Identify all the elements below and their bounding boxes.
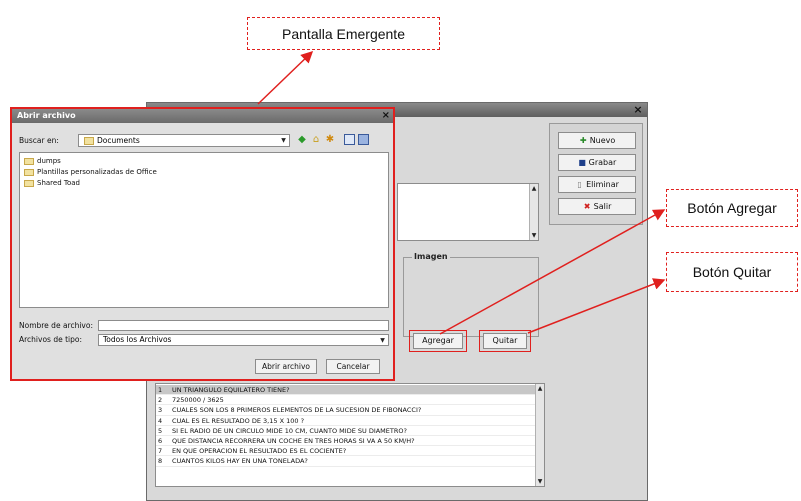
look-in-label: Buscar en: xyxy=(19,136,59,145)
cancel-button[interactable]: Cancelar xyxy=(326,359,380,374)
window-close-button[interactable]: × xyxy=(632,103,644,117)
remove-button[interactable]: Quitar xyxy=(483,333,527,349)
folder-icon xyxy=(24,179,34,187)
new-folder-icon[interactable]: ✱ xyxy=(324,134,336,146)
file-list[interactable]: dumps Plantillas personalizadas de Offic… xyxy=(19,152,389,308)
delete-icon: ▯ xyxy=(577,180,582,189)
list-item[interactable]: Shared Toad xyxy=(24,178,80,189)
open-file-dialog: Abrir archivo × Buscar en: Documents ▼ ◆… xyxy=(10,107,395,381)
list-item[interactable]: 4 CUAL ES EL RESULTADO DE 3,15 X 100 ? xyxy=(156,416,537,426)
filetype-combo[interactable]: Todos los Archivos ▼ xyxy=(98,334,389,346)
popup-screen-callout: Pantalla Emergente xyxy=(247,17,440,50)
back-icon[interactable]: ◆ xyxy=(296,134,308,146)
list-item[interactable]: dumps xyxy=(24,156,61,167)
add-button[interactable]: Agregar xyxy=(413,333,463,349)
exit-icon: ✖ xyxy=(583,202,591,211)
up-folder-icon[interactable]: ⌂ xyxy=(310,134,322,146)
folder-icon xyxy=(24,157,34,165)
vertical-scrollbar[interactable]: ▲ ▼ xyxy=(529,184,538,240)
scroll-down-arrow-icon[interactable]: ▼ xyxy=(530,231,538,240)
delete-button[interactable]: ▯ Eliminar xyxy=(558,176,636,193)
details-view-icon[interactable] xyxy=(358,134,369,145)
folder-icon xyxy=(84,137,94,145)
popup-arrow xyxy=(257,50,314,105)
list-view-icon[interactable] xyxy=(344,134,355,145)
exit-button[interactable]: ✖ Salir xyxy=(558,198,636,215)
answer-text-area[interactable]: ▲ ▼ xyxy=(397,183,539,241)
questions-list[interactable]: 1 UN TRIANGULO EQUILATERO TIENE? 2 7250000… xyxy=(155,383,545,487)
list-item[interactable]: 1 UN TRIANGULO EQUILATERO TIENE? xyxy=(156,385,537,396)
image-group-label: Imagen xyxy=(412,252,450,261)
filename-label: Nombre de archivo: xyxy=(19,321,93,330)
list-item[interactable]: 6 QUE DISTANCIA RECORRERA UN COCHE EN TRE… xyxy=(156,436,537,447)
scroll-up-arrow-icon[interactable]: ▲ xyxy=(530,184,538,193)
filetype-value: Todos los Archivos xyxy=(103,335,172,344)
dialog-title: Abrir archivo xyxy=(17,111,76,120)
add-button-callout: Botón Agregar xyxy=(666,189,798,227)
folder-icon xyxy=(24,168,34,176)
list-item[interactable]: 3 CUALES SON LOS 8 PRIMEROS ELEMENTOS DE … xyxy=(156,405,537,416)
dialog-close-button[interactable]: × xyxy=(382,109,390,123)
list-item[interactable]: Plantillas personalizadas de Office xyxy=(24,167,157,178)
scroll-up-arrow-icon[interactable]: ▲ xyxy=(536,384,544,393)
list-item[interactable]: 7 EN QUE OPERACION EL RESULTADO ES EL COC… xyxy=(156,446,537,457)
open-file-button[interactable]: Abrir archivo xyxy=(255,359,317,374)
image-group: Imagen xyxy=(403,252,539,337)
list-item[interactable]: 2 7250000 / 3625 xyxy=(156,395,537,406)
scroll-down-arrow-icon[interactable]: ▼ xyxy=(536,477,544,486)
save-button[interactable]: ■ Grabar xyxy=(558,154,636,171)
look-in-value: Documents xyxy=(97,136,140,145)
action-panel: ✚ Nuevo ■ Grabar ▯ Eliminar ✖ Salir xyxy=(549,123,643,225)
new-button[interactable]: ✚ Nuevo xyxy=(558,132,636,149)
dialog-titlebar: Abrir archivo × xyxy=(12,109,393,123)
look-in-combo[interactable]: Documents ▼ xyxy=(78,134,290,147)
filename-input[interactable] xyxy=(98,320,389,331)
filetype-label: Archivos de tipo: xyxy=(19,335,82,344)
list-scrollbar[interactable]: ▲ ▼ xyxy=(535,384,544,486)
save-icon: ■ xyxy=(578,158,586,167)
remove-button-callout: Botón Quitar xyxy=(666,252,798,292)
list-item[interactable]: 8 CUANTOS KILOS HAY EN UNA TONELADA? xyxy=(156,456,537,467)
new-icon: ✚ xyxy=(579,136,587,145)
list-item[interactable]: 5 SI EL RADIO DE UN CIRCULO MIDE 10 CM, C… xyxy=(156,426,537,436)
chevron-down-icon[interactable]: ▼ xyxy=(279,136,288,145)
chevron-down-icon[interactable]: ▼ xyxy=(378,336,387,345)
